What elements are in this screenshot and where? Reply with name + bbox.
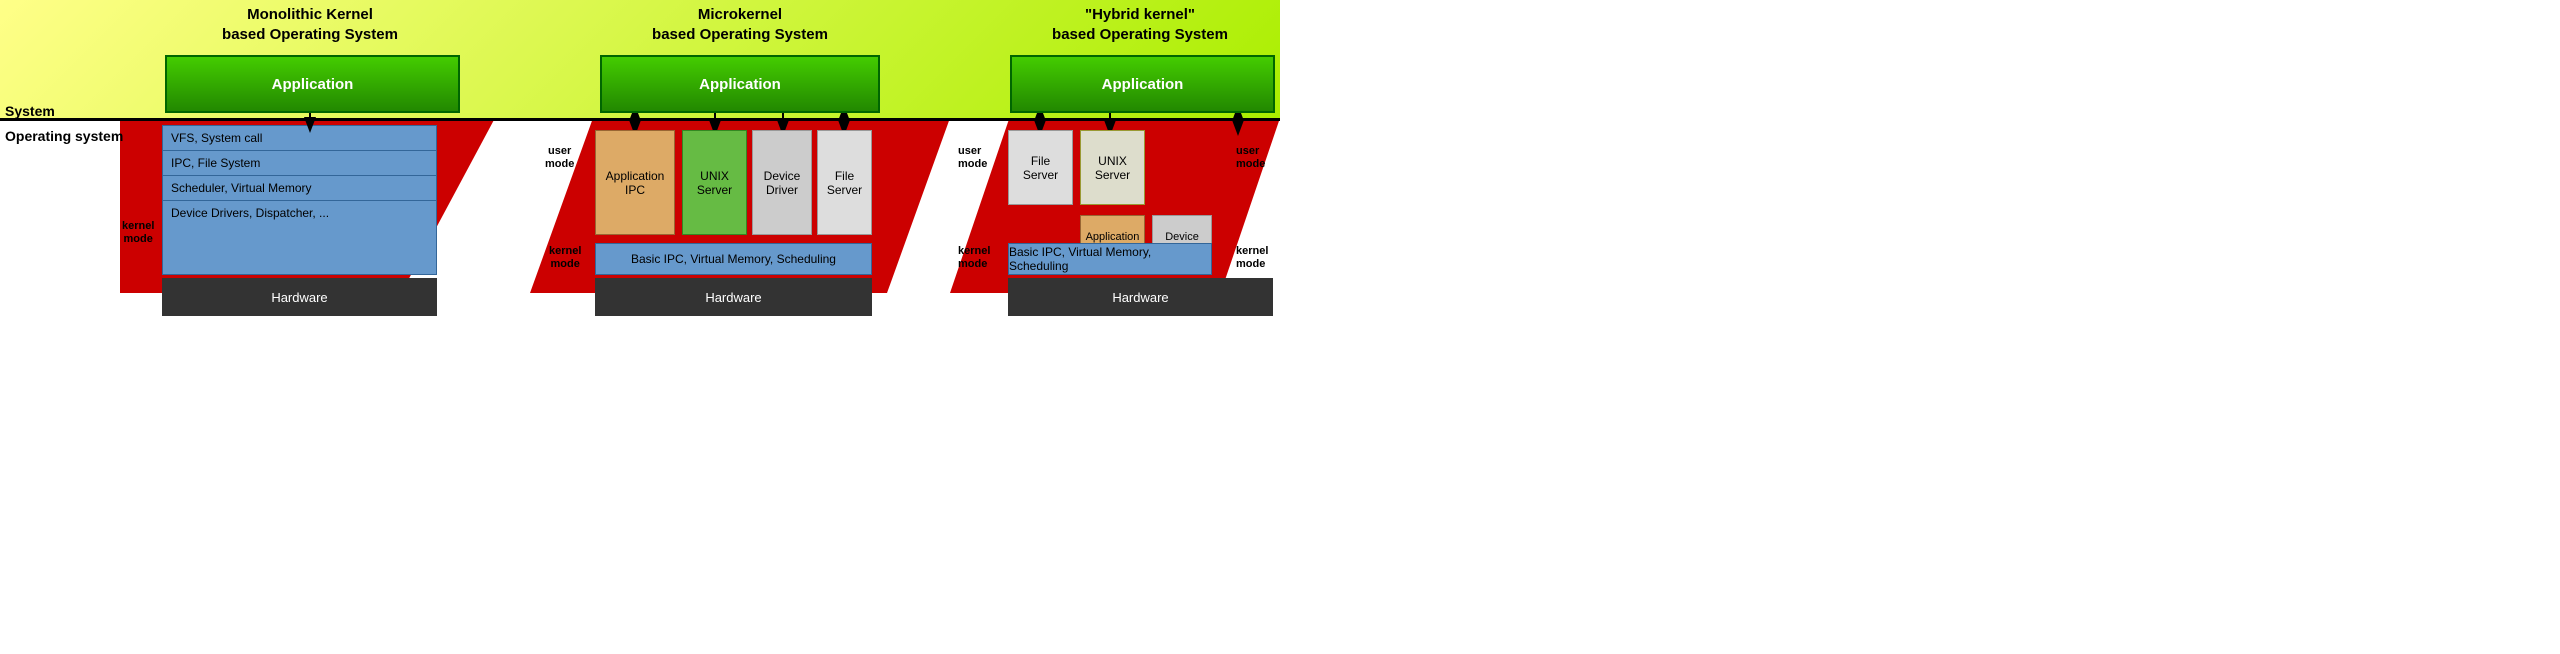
d1-layer-ipc: IPC, File System xyxy=(163,151,436,176)
main-container: System Operating system Monolithic Kerne… xyxy=(0,0,1280,327)
d2-unix-server-box: UNIX Server xyxy=(682,130,747,235)
d3-kernel-mode-label: kernel mode xyxy=(958,245,990,271)
system-divider xyxy=(0,118,1280,121)
d3-user-mode-right-label: user mode xyxy=(1236,145,1265,171)
d2-kernel-mode-label: kernel mode xyxy=(549,245,581,271)
d3-hardware-box: Hardware xyxy=(1008,278,1273,316)
d1-kernel-layers-box: VFS, System call IPC, File System Schedu… xyxy=(162,125,437,275)
d2-file-server-box: File Server xyxy=(817,130,872,235)
d3-user-mode-label: user mode xyxy=(958,145,987,171)
d1-title: Monolithic Kernel based Operating System xyxy=(160,5,460,44)
d2-title: Microkernel based Operating System xyxy=(580,5,900,44)
d3-application-box: Application xyxy=(1010,55,1275,113)
d1-layer-vfs: VFS, System call xyxy=(163,126,436,151)
d3-file-server-box: File Server xyxy=(1008,130,1073,205)
d2-basic-ipc-box: Basic IPC, Virtual Memory, Scheduling xyxy=(595,243,872,275)
d1-layer-drivers: Device Drivers, Dispatcher, ... xyxy=(163,201,436,225)
d2-device-driver-box: Device Driver xyxy=(752,130,812,235)
d1-layer-scheduler: Scheduler, Virtual Memory xyxy=(163,176,436,201)
d2-user-mode-label: user mode xyxy=(545,145,574,171)
d1-kernel-mode-label: kernel mode xyxy=(122,220,154,246)
d2-application-box: Application xyxy=(600,55,880,113)
d3-title: "Hybrid kernel" based Operating System xyxy=(1000,5,1280,44)
d2-app-ipc-box: Application IPC xyxy=(595,130,675,235)
d1-hardware-box: Hardware xyxy=(162,278,437,316)
d3-unix-server-box: UNIX Server xyxy=(1080,130,1145,205)
d3-basic-ipc-box: Basic IPC, Virtual Memory, Scheduling xyxy=(1008,243,1212,275)
os-label: Operating system xyxy=(5,128,123,144)
d2-hardware-box: Hardware xyxy=(595,278,872,316)
d1-application-box: Application xyxy=(165,55,460,113)
d3-kernel-mode-right-label: kernel mode xyxy=(1236,245,1268,271)
system-label: System xyxy=(5,103,55,119)
